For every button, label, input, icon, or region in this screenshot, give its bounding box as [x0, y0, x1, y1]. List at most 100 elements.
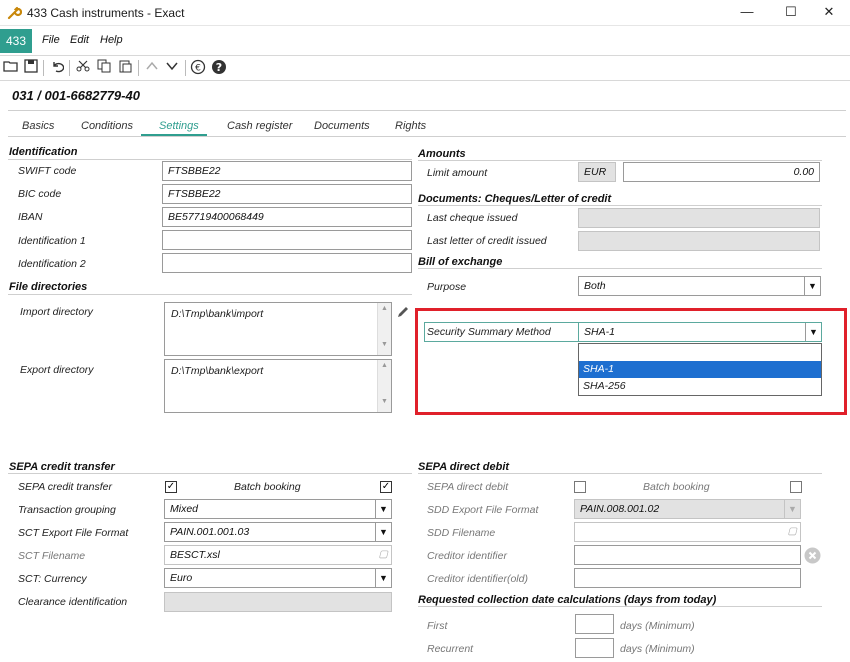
creditor-identifier-field[interactable]	[574, 545, 801, 565]
bic-code-label: BIC code	[18, 188, 62, 200]
undo-icon[interactable]	[48, 59, 66, 77]
minimize-button[interactable]: —	[724, 0, 770, 26]
transaction-grouping-value: Mixed	[170, 503, 199, 515]
bill-of-exchange-heading: Bill of exchange	[418, 256, 503, 268]
pencil-icon[interactable]	[396, 305, 410, 322]
export-directory-field[interactable]: D:\Tmp\bank\export ▲ ▼	[164, 359, 392, 413]
first-label: First	[427, 620, 448, 632]
sct-format-value: PAIN.001.001.03	[170, 526, 250, 538]
chevron-down-icon: ▼	[784, 500, 800, 518]
file-icon[interactable]: ▢	[379, 549, 388, 560]
tab-cash-register[interactable]: Cash register	[227, 120, 292, 132]
documents-heading: Documents: Cheques/Letter of credit	[418, 193, 612, 205]
file-icon[interactable]: ▢	[788, 526, 797, 537]
menu-file[interactable]: File	[42, 34, 60, 46]
close-button[interactable]: ✕	[806, 0, 850, 26]
batch-booking-checkbox[interactable]: ✓	[380, 481, 392, 493]
first-days-unit: days (Minimum)	[620, 620, 695, 632]
identification-1-field[interactable]	[162, 230, 412, 250]
sdd-filename-label: SDD Filename	[427, 527, 496, 539]
paste-icon[interactable]	[116, 59, 134, 77]
sepa-credit-transfer-label: SEPA credit transfer	[18, 481, 112, 493]
transaction-grouping-label: Transaction grouping	[18, 504, 116, 516]
tab-conditions[interactable]: Conditions	[81, 120, 133, 132]
chevron-down-icon[interactable]: ▼	[375, 523, 391, 541]
svg-text:€: €	[195, 64, 201, 74]
sct-currency-select[interactable]: Euro ▼	[164, 568, 392, 588]
creditor-identifier-old-field[interactable]	[574, 568, 801, 588]
first-days-field[interactable]	[575, 614, 614, 634]
limit-amount-field[interactable]: 0.00	[623, 162, 820, 182]
scrollbar[interactable]: ▲ ▼	[377, 303, 391, 355]
help-icon[interactable]: ?	[210, 59, 228, 77]
tab-settings[interactable]: Settings	[159, 120, 199, 132]
tab-rights[interactable]: Rights	[395, 120, 426, 132]
scrollbar[interactable]: ▲ ▼	[377, 360, 391, 412]
currency-field: EUR	[578, 162, 616, 182]
identification-1-label: Identification 1	[18, 235, 86, 247]
file-directories-heading: File directories	[9, 281, 88, 293]
iban-label: IBAN	[18, 211, 43, 223]
recurrent-days-field[interactable]	[575, 638, 614, 658]
batch-booking-label: Batch booking	[234, 481, 301, 493]
identification-heading: Identification	[9, 146, 78, 158]
import-directory-value: D:\Tmp\bank\import	[171, 308, 264, 320]
open-folder-icon[interactable]	[2, 59, 20, 77]
menu-help[interactable]: Help	[100, 34, 123, 46]
tab-divider	[8, 136, 846, 137]
tab-basics[interactable]: Basics	[22, 120, 54, 132]
clear-icon[interactable]	[804, 547, 821, 567]
sepa-credit-transfer-checkbox[interactable]: ✓	[165, 481, 177, 493]
security-method-select[interactable]: SHA-1 ▼	[578, 322, 822, 342]
dropdown-option-blank[interactable]	[579, 344, 821, 361]
security-method-value: SHA-1	[584, 326, 615, 338]
chevron-down-icon[interactable]: ▼	[375, 500, 391, 518]
copy-icon[interactable]	[95, 59, 113, 77]
divider	[8, 159, 412, 160]
sdd-filename-field[interactable]: ▢	[574, 522, 801, 542]
save-icon[interactable]	[22, 59, 40, 77]
purpose-value: Both	[584, 280, 606, 292]
security-method-dropdown: SHA-1 SHA-256	[578, 343, 822, 396]
chevron-down-icon[interactable]	[163, 59, 181, 77]
purpose-select[interactable]: Both ▼	[578, 276, 821, 296]
divider	[8, 110, 846, 111]
sdd-batch-booking-label: Batch booking	[643, 481, 710, 493]
sepa-direct-debit-checkbox[interactable]	[574, 481, 586, 493]
toolbar-separator	[43, 60, 44, 76]
divider	[418, 268, 822, 269]
bic-code-field[interactable]: FTSBBE22	[162, 184, 412, 204]
clearance-identification-label: Clearance identification	[18, 596, 128, 608]
recurrent-days-unit: days (Minimum)	[620, 643, 695, 655]
collection-heading: Requested collection date calculations (…	[418, 594, 717, 606]
sct-format-select[interactable]: PAIN.001.001.03 ▼	[164, 522, 392, 542]
euro-icon[interactable]: €	[189, 59, 207, 77]
purpose-label: Purpose	[427, 281, 467, 293]
app-number-badge: 433	[0, 29, 32, 53]
dropdown-option-sha256[interactable]: SHA-256	[579, 378, 821, 395]
sct-format-label: SCT Export File Format	[18, 527, 129, 539]
identification-2-field[interactable]	[162, 253, 412, 273]
chevron-down-icon[interactable]: ▼	[375, 569, 391, 587]
cut-icon[interactable]	[74, 59, 92, 77]
iban-field[interactable]: BE57719400068449	[162, 207, 412, 227]
limit-amount-label: Limit amount	[427, 167, 488, 179]
tab-documents[interactable]: Documents	[314, 120, 370, 132]
sct-filename-value: BESCT.xsl	[170, 549, 220, 561]
sct-filename-field[interactable]: BESCT.xsl ▢	[164, 545, 392, 565]
transaction-grouping-select[interactable]: Mixed ▼	[164, 499, 392, 519]
chevron-down-icon[interactable]: ▼	[805, 323, 821, 341]
toolbar-separator	[69, 60, 70, 76]
import-directory-field[interactable]: D:\Tmp\bank\import ▲ ▼	[164, 302, 392, 356]
app-wrench-icon	[6, 5, 23, 21]
creditor-identifier-label: Creditor identifier	[427, 550, 507, 562]
sdd-batch-booking-checkbox[interactable]	[790, 481, 802, 493]
chevron-up-icon[interactable]	[143, 59, 161, 77]
dropdown-option-sha1[interactable]: SHA-1	[579, 361, 821, 378]
menu-edit[interactable]: Edit	[70, 34, 89, 46]
import-directory-label: Import directory	[20, 306, 93, 318]
swift-code-field[interactable]: FTSBBE22	[162, 161, 412, 181]
divider	[8, 473, 412, 474]
chevron-down-icon[interactable]: ▼	[804, 277, 820, 295]
sdd-format-select: PAIN.008.001.02 ▼	[574, 499, 801, 519]
